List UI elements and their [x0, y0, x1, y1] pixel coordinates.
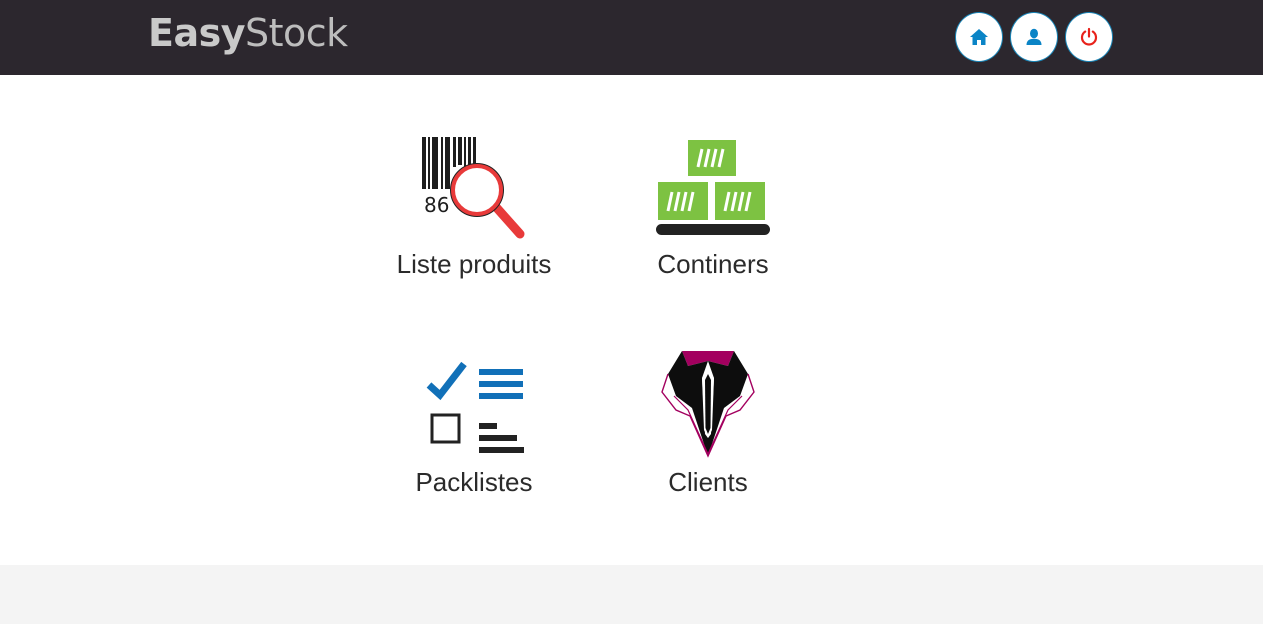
barcode-number: 86 [424, 193, 449, 217]
user-icon [1026, 28, 1042, 45]
checklist-icon [426, 361, 524, 453]
power-icon [1080, 27, 1098, 46]
suit-icon [661, 351, 755, 458]
app-logo[interactable]: Easy Stock [148, 8, 348, 58]
top-navbar: Easy Stock [0, 0, 1263, 75]
barcode-search-icon: 86 [422, 137, 525, 239]
tile-label: Packlistes [415, 467, 533, 497]
profile-button[interactable] [1010, 12, 1058, 62]
logo-text-easy: Easy [148, 11, 246, 55]
tile-continers[interactable]: Continers [613, 125, 813, 285]
tile-liste-produits[interactable]: 86 Liste produits [374, 125, 574, 285]
tile-label: Clients [668, 467, 748, 497]
logo-text-stock: Stock [245, 11, 348, 55]
home-icon [970, 29, 988, 45]
containers-icon [656, 140, 770, 235]
footer [0, 565, 1263, 624]
tile-packlistes[interactable]: Packlistes [374, 343, 574, 503]
tile-clients[interactable]: Clients [608, 343, 808, 503]
logout-button[interactable] [1065, 12, 1113, 62]
tile-label: Liste produits [396, 249, 552, 279]
home-button[interactable] [955, 12, 1003, 62]
tile-label: Continers [657, 249, 769, 279]
dashboard-menu: 86 Liste produits Continers Packlistes C… [0, 75, 1263, 565]
